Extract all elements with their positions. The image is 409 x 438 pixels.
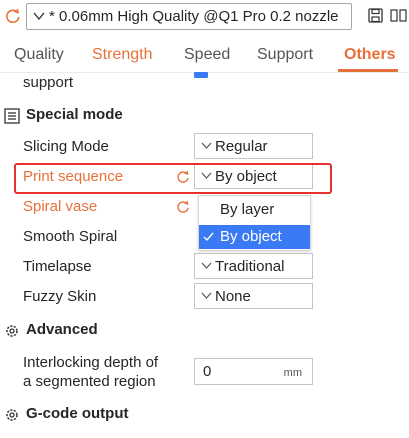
reset-arrow-icon[interactable]: [176, 170, 190, 184]
gear-icon: [6, 325, 18, 337]
checkmark-icon: [203, 232, 214, 242]
chevron-down-icon: [201, 262, 212, 269]
timelapse-label: Timelapse: [23, 258, 92, 275]
timelapse-value: Traditional: [215, 258, 285, 275]
option-by-layer[interactable]: By layer: [199, 198, 310, 222]
slicing-mode-label: Slicing Mode: [23, 138, 109, 155]
preset-bar: * 0.06mm High Quality @Q1 Pro 0.2 nozzle: [0, 0, 409, 34]
chevron-down-icon: [201, 142, 212, 149]
tab-strength[interactable]: Strength: [92, 46, 152, 64]
slicing-mode-select[interactable]: Regular: [194, 133, 313, 159]
reset-arrow-icon[interactable]: [176, 200, 190, 214]
reset-arrow-icon[interactable]: [5, 8, 21, 24]
slicing-mode-value: Regular: [215, 138, 268, 155]
option-label: By layer: [220, 201, 275, 218]
tab-support[interactable]: Support: [257, 46, 313, 64]
input-value: 0: [203, 363, 212, 380]
gear-icon: [6, 409, 18, 421]
chevron-down-icon: [33, 12, 45, 21]
preset-select[interactable]: * 0.06mm High Quality @Q1 Pro 0.2 nozzle: [26, 3, 352, 30]
save-icon[interactable]: [368, 8, 383, 23]
tab-others[interactable]: Others: [344, 46, 396, 64]
print-sequence-select[interactable]: By object: [194, 163, 313, 189]
print-sequence-value: By object: [215, 168, 277, 185]
section-title: G-code output: [26, 405, 129, 422]
interlocking-depth-label-line2: a segmented region: [23, 373, 156, 390]
chevron-down-icon: [201, 172, 212, 179]
section-title: Advanced: [26, 321, 98, 338]
settings-tabs: Quality Strength Speed Support Others: [0, 40, 409, 72]
chevron-down-icon: [201, 292, 212, 299]
support-label: support: [23, 74, 74, 91]
unit-label: mm: [283, 367, 302, 379]
fuzzy-skin-select[interactable]: None: [194, 283, 313, 309]
special-mode-icon: [4, 108, 20, 124]
option-by-object[interactable]: By object: [199, 225, 310, 249]
tab-quality[interactable]: Quality: [14, 46, 64, 64]
support-control[interactable]: [194, 72, 208, 78]
fuzzy-skin-value: None: [215, 288, 251, 305]
tab-speed[interactable]: Speed: [184, 46, 230, 64]
interlocking-depth-input[interactable]: 0 mm: [194, 358, 313, 385]
preset-name: * 0.06mm High Quality @Q1 Pro 0.2 nozzle: [49, 8, 339, 25]
section-title: Special mode: [26, 106, 123, 123]
fuzzy-skin-label: Fuzzy Skin: [23, 288, 97, 305]
print-sequence-dropdown: By layer By object: [198, 195, 311, 251]
interlocking-depth-label: Interlocking depth of: [23, 354, 159, 371]
smooth-spiral-label: Smooth Spiral: [23, 228, 118, 245]
option-label: By object: [220, 228, 282, 245]
spiral-vase-label: Spiral vase: [23, 198, 98, 215]
print-sequence-label: Print sequence: [23, 168, 124, 185]
compare-icon[interactable]: [390, 8, 407, 23]
timelapse-select[interactable]: Traditional: [194, 253, 313, 279]
